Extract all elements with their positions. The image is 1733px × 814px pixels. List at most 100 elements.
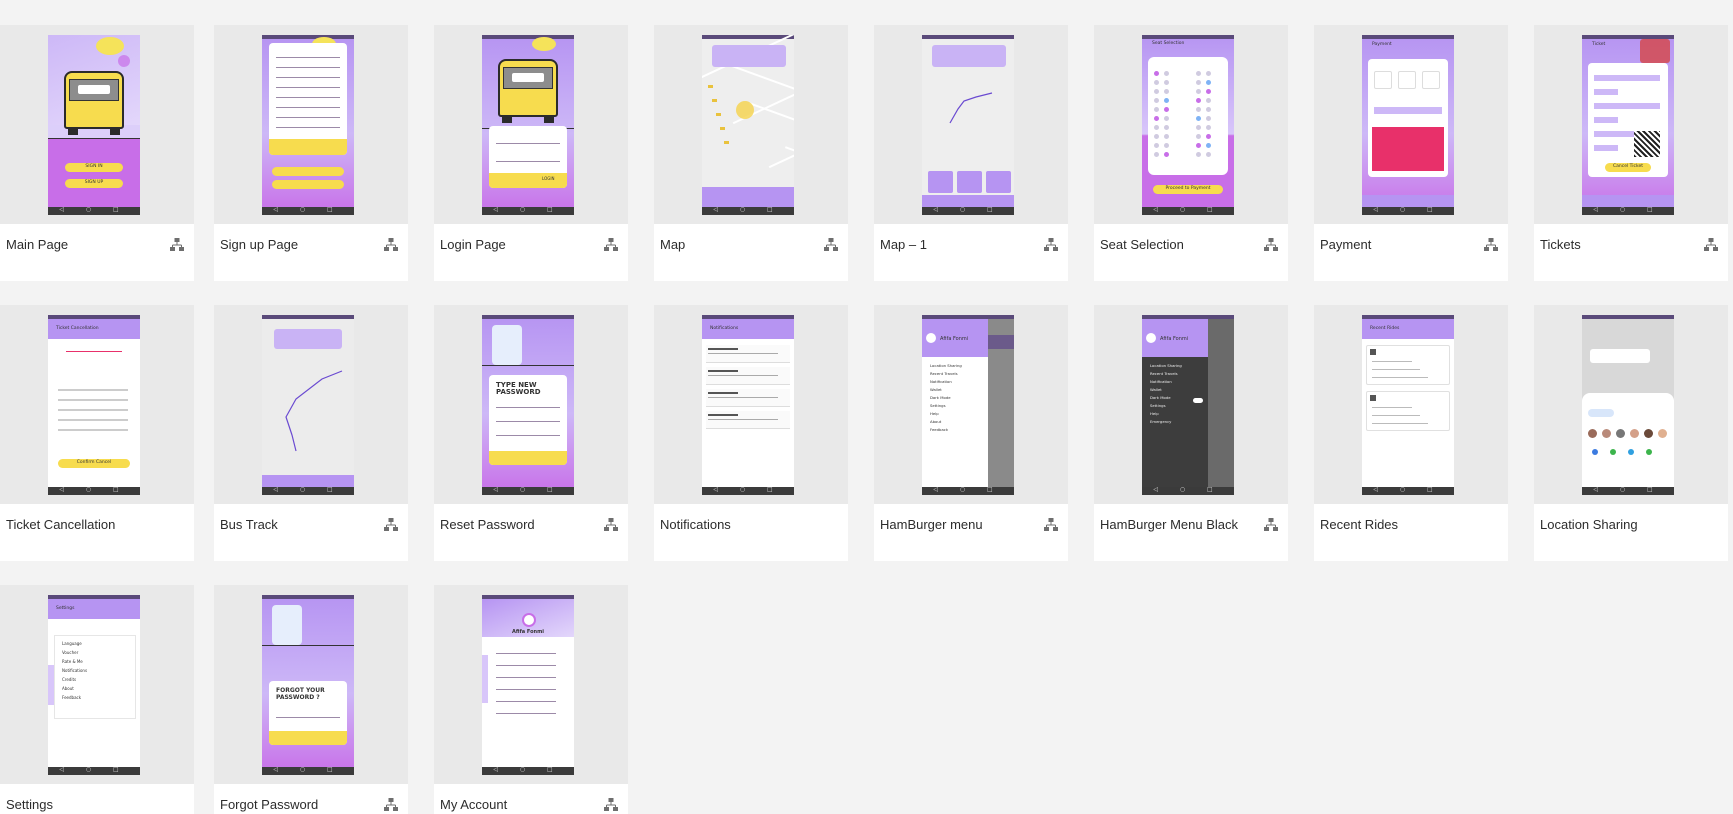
settings-item: Rate & Me: [62, 659, 83, 664]
artboard-title[interactable]: Main Page: [6, 237, 68, 252]
artboard-title[interactable]: Login Page: [440, 237, 506, 252]
nav-bar: [262, 766, 354, 775]
screen-header: Recent Rides: [1370, 326, 1400, 331]
flow-icon[interactable]: [169, 237, 185, 253]
seat: [1196, 80, 1201, 85]
artboard-title[interactable]: Reset Password: [440, 517, 535, 532]
artboard-card[interactable]: Afifa Fonmi Location Sharing Recent Travel…: [874, 305, 1068, 561]
contact-avatar: [1630, 429, 1639, 438]
bus-wheel: [544, 115, 554, 123]
artboard-thumbnail[interactable]: Ticket Cancellation Confirm Cancel: [0, 305, 194, 504]
artboard-card[interactable]: Ticket CancellationConfirm Cancel Ticket …: [0, 305, 194, 561]
flow-icon[interactable]: [1263, 517, 1279, 533]
artboard-title[interactable]: Recent Rides: [1320, 517, 1398, 532]
screen-preview: [702, 35, 794, 215]
screen-preview: [262, 35, 354, 215]
ride-detail: [1372, 361, 1412, 362]
artboard-card[interactable]: TYPE NEWPASSWORD Reset Password: [434, 305, 628, 561]
artboard-thumbnail[interactable]: Ticket Cancel Ticket: [1534, 25, 1728, 224]
artboard-card[interactable]: Location Sharing: [1534, 305, 1728, 561]
artboard-title[interactable]: Forgot Password: [220, 797, 318, 812]
flow-icon[interactable]: [383, 237, 399, 253]
artboard-thumbnail[interactable]: [874, 25, 1068, 224]
search-panel: [712, 45, 786, 67]
artboard-thumbnail[interactable]: Notifications: [654, 305, 848, 504]
artboard-footer: Main Page: [0, 224, 194, 281]
artboard-title[interactable]: Map – 1: [880, 237, 927, 252]
qr-code: [1634, 131, 1660, 157]
artboard-title[interactable]: Location Sharing: [1540, 517, 1638, 532]
artboard-card[interactable]: Seat SelectionProceed to Payment Seat Sel…: [1094, 25, 1288, 281]
artboard-thumbnail[interactable]: [214, 305, 408, 504]
artboard-title[interactable]: Sign up Page: [220, 237, 298, 252]
artboard-footer: Seat Selection: [1094, 224, 1288, 281]
flow-icon[interactable]: [603, 517, 619, 533]
artboard-card[interactable]: Afifa Fonmi My Account: [434, 585, 628, 814]
artboard-card[interactable]: SIGN IN SIGN UP Main Page: [0, 25, 194, 281]
flow-icon[interactable]: [1483, 237, 1499, 253]
artboard-card[interactable]: Payment Payment: [1314, 25, 1508, 281]
status-bar: [1582, 315, 1674, 319]
artboard-thumbnail[interactable]: Seat Selection Proceed to Payment: [1094, 25, 1288, 224]
notification-title: [708, 414, 738, 416]
seat: [1154, 152, 1159, 157]
artboard-title[interactable]: Seat Selection: [1100, 237, 1184, 252]
side-deco: [48, 665, 54, 705]
flow-icon[interactable]: [383, 797, 399, 813]
artboard-title[interactable]: Tickets: [1540, 237, 1581, 252]
artboard-title[interactable]: Bus Track: [220, 517, 278, 532]
flow-icon[interactable]: [1263, 237, 1279, 253]
input-line: [276, 57, 340, 58]
seat: [1154, 98, 1159, 103]
artboard-title[interactable]: HamBurger Menu Black: [1100, 517, 1238, 532]
screen-preview: SIGN IN SIGN UP: [48, 35, 140, 215]
seat-card: [1148, 57, 1228, 175]
artboard-title[interactable]: Payment: [1320, 237, 1371, 252]
flow-icon[interactable]: [1043, 237, 1059, 253]
input-line: [276, 717, 340, 718]
flow-icon[interactable]: [603, 237, 619, 253]
artboard-thumbnail[interactable]: [654, 25, 848, 224]
artboard-card[interactable]: Settings Language Voucher Rate & Me Notifica…: [0, 585, 194, 814]
artboard-card[interactable]: Map – 1: [874, 25, 1068, 281]
artboard-card[interactable]: Recent Rides Recent Rides: [1314, 305, 1508, 561]
artboard-card[interactable]: Notifications Notifications: [654, 305, 848, 561]
artboard-card[interactable]: Map: [654, 25, 848, 281]
artboard-card[interactable]: LOGIN Login Page: [434, 25, 628, 281]
artboard-card[interactable]: FORGOT YOURPASSWORD ? Forgot Password: [214, 585, 408, 814]
screen-header: Payment: [1372, 42, 1392, 47]
flow-icon[interactable]: [1703, 237, 1719, 253]
artboard-thumbnail[interactable]: Afifa Fonmi: [434, 585, 628, 784]
artboard-card[interactable]: Ticket Cancel Ticket Tickets: [1534, 25, 1728, 281]
artboard-thumbnail[interactable]: Recent Rides: [1314, 305, 1508, 504]
flow-icon[interactable]: [823, 237, 839, 253]
artboard-thumbnail[interactable]: SIGN IN SIGN UP: [0, 25, 194, 224]
artboard-thumbnail[interactable]: [214, 25, 408, 224]
artboard-title[interactable]: Map: [660, 237, 685, 252]
artboard-title[interactable]: Settings: [6, 797, 53, 812]
artboard-thumbnail[interactable]: LOGIN: [434, 25, 628, 224]
seat: [1154, 143, 1159, 148]
artboard-thumbnail[interactable]: Afifa Fonmi Location Sharing Recent Travel…: [1094, 305, 1288, 504]
artboard-thumbnail[interactable]: Afifa Fonmi Location Sharing Recent Travel…: [874, 305, 1068, 504]
nav-bar: [922, 486, 1014, 495]
screen-preview: Notifications: [702, 315, 794, 495]
artboard-thumbnail[interactable]: Settings Language Voucher Rate & Me Notifica…: [0, 585, 194, 784]
artboard-title[interactable]: HamBurger menu: [880, 517, 983, 532]
artboard-title[interactable]: Ticket Cancellation: [6, 517, 115, 532]
flow-icon[interactable]: [1043, 517, 1059, 533]
artboard-thumbnail[interactable]: Payment: [1314, 25, 1508, 224]
flow-icon[interactable]: [603, 797, 619, 813]
artboard-thumbnail[interactable]: [1534, 305, 1728, 504]
artboard-card[interactable]: Bus Track: [214, 305, 408, 561]
artboard-thumbnail[interactable]: FORGOT YOUR PASSWORD ?: [214, 585, 408, 784]
artboard-title[interactable]: Notifications: [660, 517, 731, 532]
artboard-thumbnail[interactable]: TYPE NEW PASSWORD: [434, 305, 628, 504]
bus-marker: [724, 141, 729, 144]
artboard-title[interactable]: My Account: [440, 797, 507, 812]
seat: [1164, 143, 1169, 148]
flow-icon[interactable]: [383, 517, 399, 533]
artboard-card[interactable]: Afifa Fonmi Location Sharing Recent Travel…: [1094, 305, 1288, 561]
artboard-card[interactable]: Sign up Page: [214, 25, 408, 281]
avatar: [522, 613, 536, 627]
